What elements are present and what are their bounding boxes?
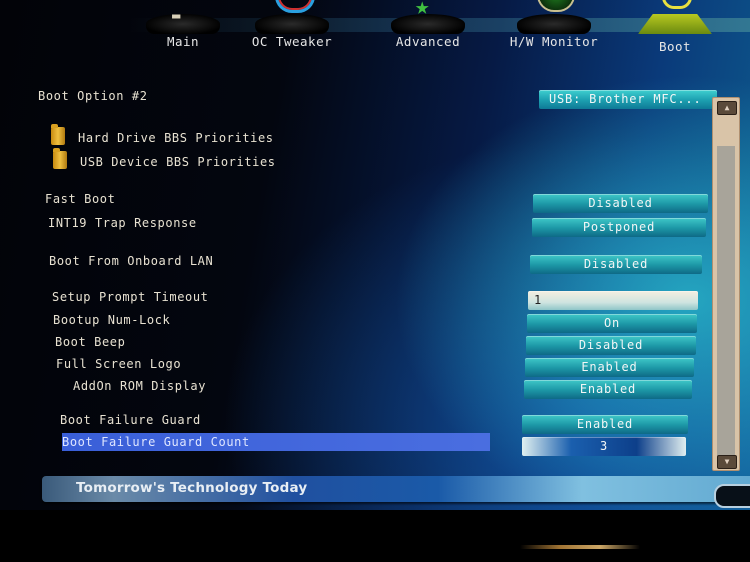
- scroll-down-icon[interactable]: ▼: [717, 455, 737, 469]
- boot-beep-label: Boot Beep: [55, 335, 126, 349]
- tab-hw-monitor[interactable]: H/W Monitor: [499, 0, 609, 60]
- addon-rom-value[interactable]: Enabled: [524, 380, 692, 399]
- oc-tweaker-icon: [255, 14, 329, 34]
- numlock-value[interactable]: On: [527, 314, 697, 333]
- submenu-label: Hard Drive BBS Priorities: [78, 131, 274, 145]
- footer-bar: Tomorrow's Technology Today: [42, 476, 750, 508]
- advanced-star-icon: ★: [415, 0, 430, 20]
- tab-label: Boot: [658, 39, 692, 54]
- addon-rom-label: AddOn ROM Display: [73, 379, 207, 393]
- tab-label: H/W Monitor: [509, 34, 599, 49]
- int19-value[interactable]: Postponed: [532, 218, 706, 237]
- boot-beep-value[interactable]: Disabled: [526, 336, 696, 355]
- boot-option-value[interactable]: USB: Brother MFC...: [539, 90, 717, 109]
- top-nav: ▬ Main OC Tweaker ★ Advanced H/W Monitor…: [130, 0, 750, 62]
- tab-boot[interactable]: Boot: [620, 0, 730, 60]
- boot-ring-icon: [662, 0, 692, 9]
- fast-boot-value[interactable]: Disabled: [533, 194, 708, 213]
- bios-screen: ▬ Main OC Tweaker ★ Advanced H/W Monitor…: [0, 0, 750, 510]
- onboard-lan-value[interactable]: Disabled: [530, 255, 702, 274]
- folder-icon: [51, 124, 65, 145]
- tab-main[interactable]: ▬ Main: [128, 0, 238, 60]
- scroll-up-icon[interactable]: ▲: [717, 101, 737, 115]
- numlock-label: Bootup Num-Lock: [53, 313, 171, 327]
- onboard-lan-label: Boot From Onboard LAN: [49, 254, 214, 268]
- main-tool-icon: ▬: [172, 8, 181, 24]
- tab-label: OC Tweaker: [251, 34, 333, 49]
- main-icon: [146, 14, 220, 34]
- boot-option-label: Boot Option #2: [38, 89, 148, 103]
- full-screen-logo-value[interactable]: Enabled: [525, 358, 694, 377]
- tab-advanced[interactable]: ★ Advanced: [373, 0, 483, 60]
- fail-guard-count-value[interactable]: 3: [522, 437, 686, 456]
- tab-label: Main: [166, 34, 200, 49]
- int19-label: INT19 Trap Response: [48, 216, 197, 230]
- footer-slogan: Tomorrow's Technology Today: [76, 480, 308, 496]
- folder-icon: [53, 148, 67, 169]
- full-screen-logo-label: Full Screen Logo: [56, 357, 182, 371]
- fail-guard-value[interactable]: Enabled: [522, 415, 688, 434]
- scroll-thumb[interactable]: [717, 146, 735, 456]
- fail-guard-count-row[interactable]: Boot Failure Guard Count: [62, 433, 490, 451]
- footer-pill-button[interactable]: [714, 484, 750, 508]
- boot-icon: [638, 14, 712, 34]
- fail-guard-label: Boot Failure Guard: [60, 413, 201, 427]
- tab-label: Advanced: [395, 34, 461, 49]
- fail-guard-count-label: Boot Failure Guard Count: [62, 435, 250, 449]
- submenu-label: USB Device BBS Priorities: [80, 155, 276, 169]
- setup-timeout-input[interactable]: 1: [528, 291, 698, 310]
- hw-monitor-pedestal: [517, 14, 591, 34]
- screen-glare: [520, 545, 640, 549]
- scrollbar[interactable]: ▲ ▼: [712, 97, 740, 471]
- hw-monitor-radar-icon: [537, 0, 575, 12]
- oc-gauge-icon: [275, 0, 315, 13]
- setup-timeout-label: Setup Prompt Timeout: [52, 290, 209, 304]
- tab-oc-tweaker[interactable]: OC Tweaker: [237, 0, 347, 60]
- fast-boot-label: Fast Boot: [45, 192, 116, 206]
